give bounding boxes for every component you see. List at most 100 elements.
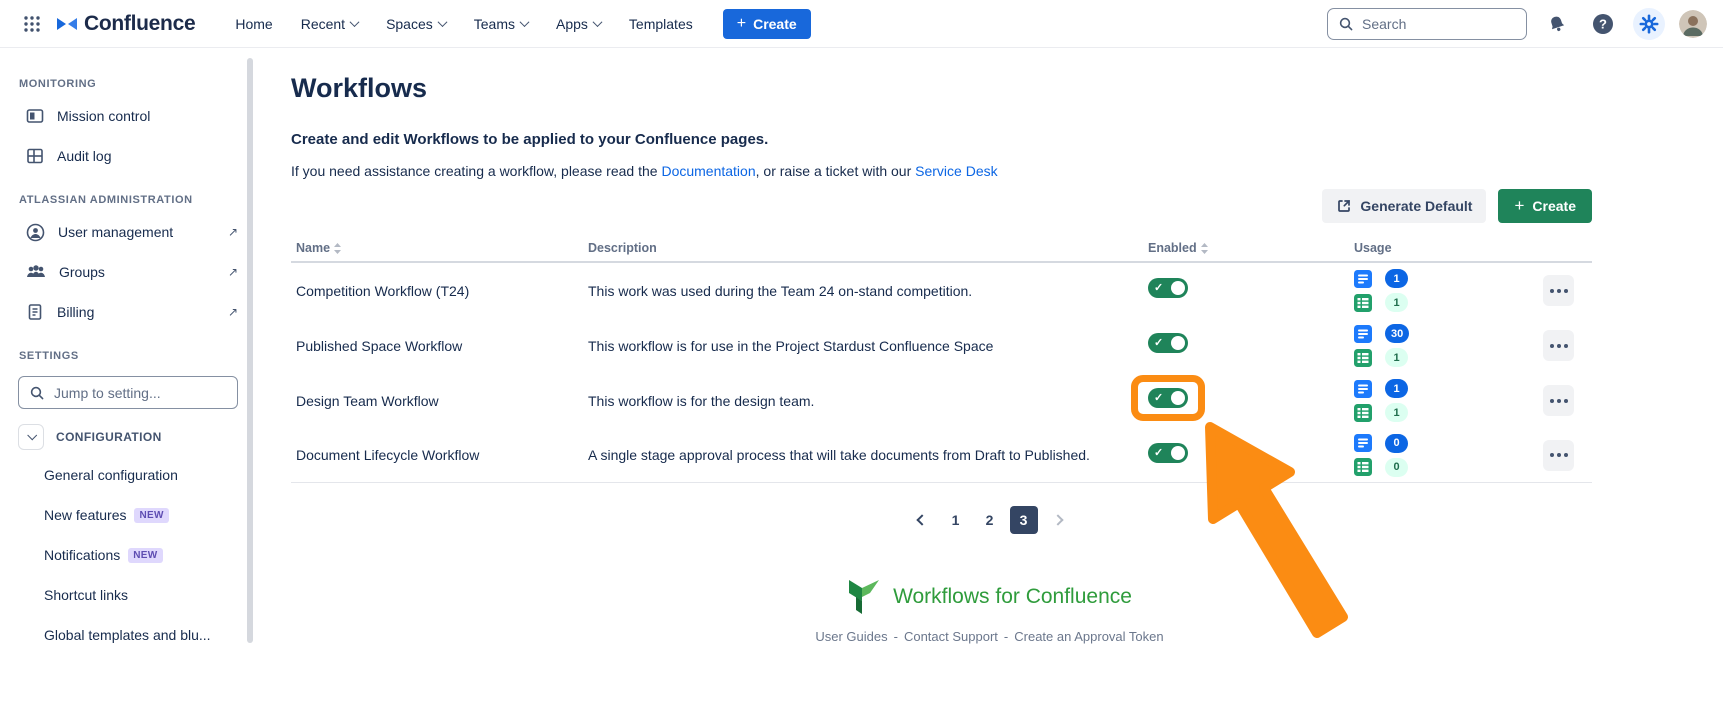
page-help-text: If you need assistance creating a workfl…: [291, 163, 1592, 179]
sort-icon: [334, 243, 341, 254]
confluence-logo[interactable]: Confluence: [56, 12, 195, 36]
app-switcher-icon[interactable]: [16, 8, 48, 40]
jump-to-setting-search[interactable]: [18, 376, 238, 409]
sidebar-item-general-configuration[interactable]: General configuration: [0, 455, 256, 495]
top-navigation: Confluence Home Recent Spaces Teams Apps…: [0, 0, 1723, 48]
svg-text:?: ?: [1599, 16, 1607, 31]
row-actions-button[interactable]: [1543, 440, 1574, 471]
row-actions-button[interactable]: [1543, 275, 1574, 306]
chevron-right-icon: [1052, 514, 1063, 525]
page-subtitle: Create and edit Workflows to be applied …: [291, 131, 1592, 148]
chevron-down-icon: [437, 17, 447, 27]
workflow-description: A single stage approval process that wil…: [588, 447, 1148, 463]
row-actions-button[interactable]: [1543, 330, 1574, 361]
search-icon: [1338, 16, 1354, 32]
nav-apps[interactable]: Apps: [546, 10, 611, 38]
notifications-bell-icon[interactable]: [1541, 8, 1573, 40]
sidebar-item-groups[interactable]: Groups ↗: [0, 252, 256, 292]
search-input[interactable]: [1362, 16, 1502, 32]
create-workflow-button[interactable]: + Create: [1498, 189, 1592, 223]
footer-links: User Guides - Contact Support - Create a…: [815, 629, 1163, 644]
plus-icon: +: [1514, 196, 1524, 216]
sidebar-scrollbar[interactable]: [247, 58, 253, 643]
export-icon: [1336, 198, 1352, 214]
table-header-row: Name Description Enabled Usage: [291, 235, 1592, 263]
templates-icon: [1354, 294, 1372, 312]
help-icon[interactable]: ?: [1587, 8, 1619, 40]
next-page-button[interactable]: [1044, 506, 1072, 534]
workflow-name: Document Lifecycle Workflow: [291, 447, 588, 463]
chevron-down-icon: [27, 430, 37, 440]
new-badge: NEW: [128, 548, 162, 563]
workflow-name: Published Space Workflow: [291, 338, 588, 354]
workflow-description: This workflow is for the design team.: [588, 393, 1148, 409]
settings-gear-icon[interactable]: [1633, 8, 1665, 40]
workflow-name: Design Team Workflow: [291, 393, 588, 409]
column-header-enabled[interactable]: Enabled: [1148, 241, 1208, 255]
global-search[interactable]: [1327, 8, 1527, 40]
row-actions-button[interactable]: [1543, 385, 1574, 416]
page-button-2[interactable]: 2: [976, 506, 1004, 534]
table-row: Design Team Workflow This workflow is fo…: [291, 373, 1592, 428]
sidebar-item-user-management[interactable]: User management ↗: [0, 212, 256, 252]
user-avatar[interactable]: [1679, 10, 1707, 38]
sidebar-item-mission-control[interactable]: Mission control: [0, 96, 256, 136]
chevron-down-icon: [592, 17, 602, 27]
pages-icon: [1354, 270, 1372, 288]
pages-icon: [1354, 325, 1372, 343]
nav-templates[interactable]: Templates: [619, 10, 703, 38]
sidebar-item-audit-log[interactable]: Audit log: [0, 136, 256, 176]
contact-support-link[interactable]: Contact Support: [904, 629, 998, 644]
nav-recent[interactable]: Recent: [291, 10, 368, 38]
search-icon: [29, 385, 45, 401]
workflow-description: This workflow is for use in the Project …: [588, 338, 1148, 354]
jump-to-setting-input[interactable]: [54, 385, 204, 401]
service-desk-link[interactable]: Service Desk: [915, 163, 997, 179]
app-footer: Workflows for Confluence User Guides - C…: [291, 578, 1688, 644]
templates-count-badge: 1: [1385, 293, 1408, 312]
workflows-logo-icon: [847, 578, 881, 616]
table-row: Published Space Workflow This workflow i…: [291, 318, 1592, 373]
pages-count-badge: 1: [1385, 379, 1408, 398]
enabled-toggle[interactable]: ✓: [1148, 443, 1188, 463]
page-title: Workflows: [291, 73, 1592, 104]
workflow-name: Competition Workflow (T24): [291, 283, 588, 299]
user-guides-link[interactable]: User Guides: [815, 629, 887, 644]
check-icon: ✓: [1154, 446, 1163, 459]
pagination: 1 2 3: [908, 506, 1072, 534]
confluence-logo-icon: [56, 14, 78, 34]
enabled-toggle[interactable]: ✓: [1148, 333, 1188, 353]
templates-count-badge: 1: [1385, 403, 1408, 422]
sidebar-item-shortcut-links[interactable]: Shortcut links: [0, 575, 256, 615]
generate-default-button[interactable]: Generate Default: [1322, 189, 1486, 223]
enabled-toggle[interactable]: ✓: [1148, 278, 1188, 298]
templates-icon: [1354, 349, 1372, 367]
configuration-collapse-button[interactable]: [18, 424, 44, 450]
nav-home[interactable]: Home: [225, 10, 282, 38]
sidebar-item-global-templates[interactable]: Global templates and blu...: [0, 615, 256, 655]
column-header-description: Description: [588, 241, 657, 255]
previous-page-button[interactable]: [908, 506, 936, 534]
billing-icon: [26, 303, 44, 321]
pages-count-badge: 1: [1385, 269, 1408, 288]
page-button-3-active[interactable]: 3: [1010, 506, 1038, 534]
workflow-description: This work was used during the Team 24 on…: [588, 283, 1148, 299]
templates-count-badge: 1: [1385, 348, 1408, 367]
check-icon: ✓: [1154, 281, 1163, 294]
nav-teams[interactable]: Teams: [464, 10, 538, 38]
page-button-1[interactable]: 1: [942, 506, 970, 534]
highlight-box: ✓: [1131, 375, 1205, 421]
nav-spaces[interactable]: Spaces: [376, 10, 456, 38]
sidebar-item-notifications[interactable]: Notifications NEW: [0, 535, 256, 575]
pages-icon: [1354, 380, 1372, 398]
sidebar-item-billing[interactable]: Billing ↗: [0, 292, 256, 332]
documentation-link[interactable]: Documentation: [661, 163, 755, 179]
external-link-icon: ↗: [228, 305, 238, 319]
nav-create-button[interactable]: + Create: [723, 9, 811, 39]
approval-token-link[interactable]: Create an Approval Token: [1014, 629, 1163, 644]
templates-icon: [1354, 458, 1372, 476]
sidebar-item-new-features[interactable]: New features NEW: [0, 495, 256, 535]
pages-icon: [1354, 434, 1372, 452]
column-header-name[interactable]: Name: [296, 241, 341, 255]
enabled-toggle[interactable]: ✓: [1148, 388, 1188, 408]
